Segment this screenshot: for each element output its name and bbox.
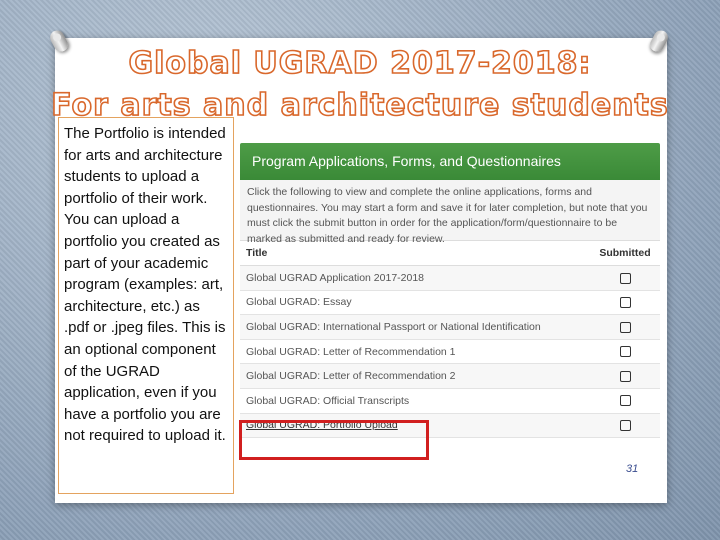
submitted-checkbox xyxy=(619,420,631,432)
table-row: Global UGRAD: International Passport or … xyxy=(240,314,660,340)
submitted-checkbox xyxy=(619,297,631,309)
forms-table: Title Submitted Global UGRAD Application… xyxy=(240,240,660,439)
form-link[interactable]: Global UGRAD: Essay xyxy=(240,290,590,316)
panel-header: Program Applications, Forms, and Questio… xyxy=(240,143,660,180)
submitted-checkbox xyxy=(619,346,631,358)
slide-title-line1: Global UGRAD 2017-2018: xyxy=(128,45,592,82)
submitted-checkbox xyxy=(619,395,631,407)
table-row: Global UGRAD: Essay xyxy=(240,290,660,316)
table-row: Global UGRAD: Letter of Recommendation 2 xyxy=(240,363,660,389)
submitted-checkbox xyxy=(619,321,631,333)
panel-instructions: Click the following to view and complete… xyxy=(240,180,660,245)
page-number: 31 xyxy=(626,463,639,475)
submitted-checkbox xyxy=(619,370,631,382)
column-header-submitted: Submitted xyxy=(590,240,660,266)
applications-panel: Program Applications, Forms, and Questio… xyxy=(240,143,660,448)
table-row: Global UGRAD: Official Transcripts xyxy=(240,388,660,414)
form-link[interactable]: Global UGRAD: Letter of Recommendation 1 xyxy=(240,339,590,365)
highlight-box xyxy=(239,420,429,460)
form-link[interactable]: Global UGRAD: International Passport or … xyxy=(240,314,590,340)
table-row: Global UGRAD: Letter of Recommendation 1 xyxy=(240,339,660,365)
table-row: Global UGRAD Application 2017-2018 xyxy=(240,265,660,291)
description-text: The Portfolio is intended for arts and a… xyxy=(58,117,234,494)
form-link[interactable]: Global UGRAD: Letter of Recommendation 2 xyxy=(240,363,590,389)
form-link[interactable]: Global UGRAD Application 2017-2018 xyxy=(240,265,590,291)
form-link[interactable]: Global UGRAD: Official Transcripts xyxy=(240,388,590,414)
submitted-checkbox xyxy=(619,272,631,284)
